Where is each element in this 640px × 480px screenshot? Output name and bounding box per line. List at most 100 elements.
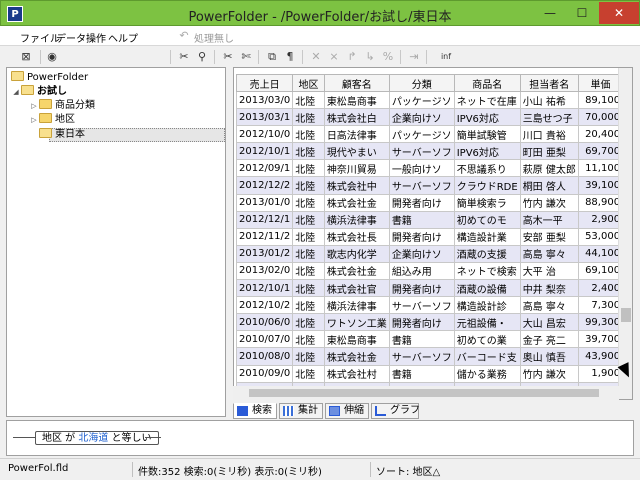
cell-date[interactable]: 2012/12/2 — [235, 176, 294, 195]
vertical-scroll-thumb[interactable] — [621, 308, 631, 322]
column-header-region[interactable]: 地区 — [292, 74, 325, 92]
cell-price[interactable]: 89,100 — [577, 90, 624, 110]
cell-price[interactable]: 11,100 — [577, 159, 624, 178]
table-row[interactable]: 2012/10/0 北陸 日高法律事 パッケージソ 簡単試験管 川口 貴裕 20,400 — [235, 125, 632, 144]
column-header-category[interactable]: 分類 — [388, 74, 455, 92]
tab-graph[interactable]: グラフ — [371, 403, 420, 419]
cell-date[interactable]: 2010/09/0 — [235, 364, 294, 383]
cell-customer[interactable]: 株式会社官 — [323, 279, 390, 298]
pin-icon[interactable]: ⚲ — [194, 49, 210, 65]
expanded-arrow-icon[interactable]: ◢ — [11, 85, 21, 99]
cell-category[interactable]: パッケージソ — [388, 125, 455, 144]
cell-category[interactable]: 企業向けソ — [388, 244, 455, 263]
cell-product[interactable]: 不思議系り — [453, 159, 521, 178]
table-row[interactable]: 2013/03/1 北陸 株式会社白 企業向けソ IPV6対応 三島せつ子 70,000 — [235, 108, 632, 127]
table-row[interactable]: 2012/09/1 北陸 神奈川貿易 一般向けソ 不思議系り 萩原 健太郎 11,100 — [235, 159, 632, 178]
cell-price[interactable]: 69,700 — [577, 142, 624, 161]
cell-date[interactable]: 2012/09/1 — [235, 159, 294, 178]
folder-tree[interactable]: PowerFolder ◢ お試し ▷ 商品分類 ▷ 地区 東日本 — [6, 67, 226, 417]
cell-product[interactable]: 初めてのモ — [453, 210, 521, 229]
cell-customer[interactable]: 株式会社中 — [323, 176, 390, 195]
cell-category[interactable]: 書籍 — [388, 210, 455, 229]
cell-region[interactable]: 北陸 — [292, 347, 325, 366]
cut-icon[interactable]: ✂ — [176, 49, 192, 65]
horizontal-scrollbar[interactable] — [233, 386, 619, 400]
column-header-product[interactable]: 商品名 — [453, 74, 521, 92]
table-row[interactable]: 2012/10/2 北陸 横浜法律事 サーバーソフ 構造設計診 高島 寧々 7,300 — [235, 296, 632, 315]
cell-region[interactable]: 北陸 — [292, 313, 325, 332]
sort-down-icon[interactable]: ↳ — [362, 49, 378, 65]
cell-staff[interactable]: 竹内 謙次 — [519, 364, 579, 383]
cell-category[interactable]: サーバーソフ — [388, 296, 455, 315]
cell-date[interactable]: 2012/10/2 — [235, 296, 294, 315]
cell-product[interactable]: 儲かる業務 — [453, 364, 521, 383]
collapsed-arrow-icon[interactable]: ▷ — [29, 99, 39, 113]
data-grid[interactable]: 売上日 地区 顧客名 分類 商品名 担当者名 単価 2013/03/0 北陸 東松島… — [233, 67, 633, 400]
cell-customer[interactable]: 東松島商事 — [323, 330, 390, 349]
cell-customer[interactable]: 株式会社白 — [323, 108, 390, 127]
table-row[interactable]: 2012/11/2 北陸 株式会社長 開発者向け 構造設計業 安部 亜梨 53,000 — [235, 227, 632, 246]
cell-staff[interactable]: 高島 寧々 — [519, 296, 579, 315]
image-icon[interactable]: ⊠ — [18, 49, 34, 65]
close-button[interactable]: ✕ — [599, 2, 639, 24]
sort-up-icon[interactable]: ↱ — [344, 49, 360, 65]
cell-price[interactable]: 44,100 — [577, 244, 624, 263]
cell-price[interactable]: 39,100 — [577, 176, 624, 195]
vertical-scrollbar[interactable] — [618, 68, 632, 399]
cell-region[interactable]: 北陸 — [292, 142, 325, 161]
cell-product[interactable]: バーコード支 — [453, 347, 521, 366]
cell-product[interactable]: 酒蔵の設備 — [453, 279, 521, 298]
inf-button[interactable]: inf — [434, 49, 458, 65]
cell-customer[interactable]: 横浜法律事 — [323, 296, 390, 315]
cell-region[interactable]: 北陸 — [292, 159, 325, 178]
cell-price[interactable]: 99,300 — [577, 313, 624, 332]
cell-product[interactable]: IPV6対応 — [453, 142, 521, 161]
cell-category[interactable]: サーバーソフ — [388, 176, 455, 195]
filter-condition-chip[interactable]: 地区 が 北海道 と等しい — [35, 431, 159, 445]
cell-customer[interactable]: ワトソン工業 — [323, 313, 390, 332]
cell-category[interactable]: 開発者向け — [388, 313, 455, 332]
cell-region[interactable]: 北陸 — [292, 296, 325, 315]
cell-region[interactable]: 北陸 — [292, 210, 325, 229]
remove-left-icon[interactable]: ⨯ — [326, 49, 342, 65]
cell-date[interactable]: 2012/10/0 — [235, 125, 294, 144]
cell-region[interactable]: 北陸 — [292, 108, 325, 127]
cell-region[interactable]: 北陸 — [292, 279, 325, 298]
column-header-date[interactable]: 売上日 — [235, 74, 294, 92]
menu-file[interactable]: ファイル — [20, 30, 60, 45]
collapsed-arrow-icon[interactable]: ▷ — [29, 113, 39, 127]
minimize-button[interactable]: — — [535, 2, 565, 24]
cell-region[interactable]: 北陸 — [292, 330, 325, 349]
cell-date[interactable]: 2012/12/1 — [235, 210, 294, 229]
cell-price[interactable]: 53,000 — [577, 227, 624, 246]
cell-region[interactable]: 北陸 — [292, 193, 325, 212]
tab-stretch[interactable]: 伸縮 — [325, 403, 369, 419]
cell-price[interactable]: 69,100 — [577, 261, 624, 281]
cell-date[interactable]: 2010/06/0 — [235, 313, 294, 332]
cell-category[interactable]: 書籍 — [388, 364, 455, 383]
cell-date[interactable]: 2012/10/1 — [235, 279, 294, 298]
cell-region[interactable]: 北陸 — [292, 227, 325, 246]
cell-staff[interactable]: 高島 寧々 — [519, 244, 579, 263]
cell-staff[interactable]: 小山 祐希 — [519, 90, 579, 110]
cell-category[interactable]: 書籍 — [388, 330, 455, 349]
cell-category[interactable]: 開発者向け — [388, 227, 455, 246]
remove-icon[interactable]: ✕ — [308, 49, 324, 65]
table-row[interactable]: 2010/09/0 北陸 株式会社村 書籍 儲かる業務 竹内 謙次 1,900 — [235, 364, 632, 383]
tab-aggregate[interactable]: 集計 — [279, 403, 323, 419]
cell-product[interactable]: 元祖設備・ — [453, 313, 521, 332]
cell-staff[interactable]: 安部 亜梨 — [519, 227, 579, 246]
column-header-price[interactable]: 単価 — [577, 74, 624, 92]
cell-customer[interactable]: 現代やまい — [323, 142, 390, 161]
percent-icon[interactable]: % — [380, 49, 396, 65]
scissors-icon[interactable]: ✂ — [220, 49, 236, 65]
cell-region[interactable]: 北陸 — [292, 244, 325, 263]
copy-icon[interactable]: ⧉ — [264, 49, 280, 65]
cell-customer[interactable]: 株式会社金 — [323, 261, 390, 281]
cell-date[interactable]: 2012/10/1 — [235, 142, 294, 161]
cell-category[interactable]: 一般向けソ — [388, 159, 455, 178]
cell-product[interactable]: ネットで在庫 — [453, 90, 521, 110]
cell-product[interactable]: ネットで検索 — [453, 261, 521, 281]
cell-staff[interactable]: 竹内 謙次 — [519, 193, 579, 212]
cell-product[interactable]: 簡単検索ラ — [453, 193, 521, 212]
